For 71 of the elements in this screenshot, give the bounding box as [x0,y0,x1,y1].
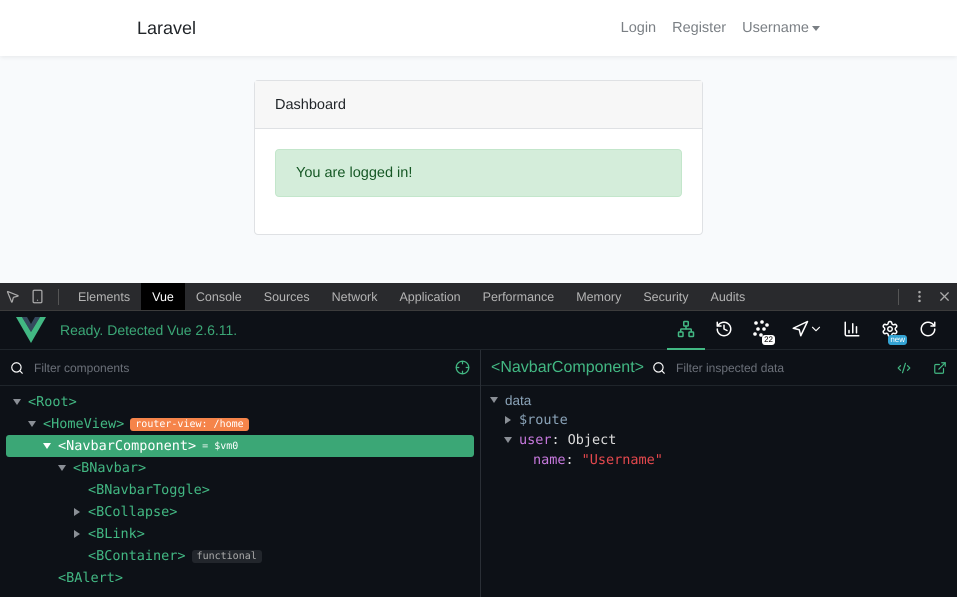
component-name: <BLink> [88,526,145,542]
search-icon [652,360,666,374]
bar-chart-icon [843,320,861,338]
close-icon[interactable] [937,289,952,304]
code-icon[interactable] [897,360,911,374]
data-entry: $route [519,412,568,428]
expanded-arrow-icon[interactable] [504,437,512,443]
tree-row[interactable]: <HomeView> router-view: /home [6,413,474,435]
data-entry: name: "Username" [533,452,663,468]
devtools-tab[interactable]: Elements [67,283,142,310]
brand-link[interactable]: Laravel [137,18,605,38]
devtools-tab[interactable]: Application [388,283,472,310]
inspector-title: <NavbarComponent> [491,358,644,376]
target-icon[interactable] [455,360,470,375]
expanded-arrow-icon[interactable] [58,465,66,471]
functional-tag: functional [192,550,262,562]
tree-row[interactable]: <BContainer> functional [6,545,474,567]
nav-link[interactable]: Login [620,20,656,36]
tree-row[interactable]: <BCollapse> [6,501,474,523]
success-alert: You are logged in! [275,149,682,197]
component-name: <BContainer> [88,548,186,564]
history-icon [715,320,733,338]
expanded-arrow-icon[interactable] [490,397,498,403]
filter-data-field[interactable]: Filter inspected data [674,360,889,376]
tree-row[interactable]: <BLink> [6,523,474,545]
component-name: <BNavbarToggle> [88,482,210,498]
new-badge: new [888,334,907,344]
device-icon[interactable] [30,289,45,304]
refresh-icon [919,320,937,338]
devtools-tab[interactable]: Security [632,283,700,310]
collapsed-arrow-icon[interactable] [74,508,80,516]
collapsed-arrow-icon[interactable] [505,416,511,424]
card-header: Dashboard [255,81,702,129]
filter-components-field[interactable]: Filter components [32,360,447,376]
count-badge: 22 [762,334,775,344]
expanded-arrow-icon[interactable] [28,421,36,427]
devtools-tab[interactable]: Network [320,283,388,310]
tree-row[interactable]: <Root> [6,391,474,413]
tree-icon [677,320,695,338]
search-icon [10,360,24,374]
devtools-tab[interactable]: Console [184,283,253,310]
ref-label: = $vm0 [202,440,238,452]
component-name: <NavbarComponent> [58,438,196,454]
settings-icon [881,320,899,338]
collapsed-arrow-icon[interactable] [74,530,80,538]
component-name: <BCollapse> [88,504,178,520]
section-label: data [505,392,532,408]
external-link-icon[interactable] [933,360,947,374]
tree-row[interactable]: <BNavbarToggle> [6,479,474,501]
tree-row[interactable]: <BAlert> [6,567,474,589]
component-name: <HomeView> [43,416,124,432]
caret-icon [812,26,820,30]
devtools-tab[interactable]: Vue [141,283,185,310]
nav-link[interactable]: Register [672,20,726,36]
vue-logo [16,317,46,343]
component-name: <BNavbar> [73,460,146,476]
router-tag: router-view: /home [130,418,249,430]
devtools-tab[interactable]: Performance [472,283,566,310]
devtools-tab[interactable]: Audits [700,283,756,310]
component-name: <BAlert> [58,570,124,586]
vuex-tab[interactable]: 22 [743,310,781,350]
expanded-arrow-icon[interactable] [13,399,21,405]
devtools-tab[interactable]: Sources [252,283,321,310]
tree-row[interactable]: <BNavbar> [6,457,474,479]
component-name: <Root> [28,394,77,410]
data-entry: user: Object [519,432,616,448]
devtools-tab[interactable]: Memory [565,283,632,310]
inspect-icon[interactable] [5,289,20,304]
status-text: Ready. Detected Vue 2.6.11. [60,322,238,338]
dots-icon [753,320,771,338]
user-dropdown[interactable]: Username [742,20,820,36]
